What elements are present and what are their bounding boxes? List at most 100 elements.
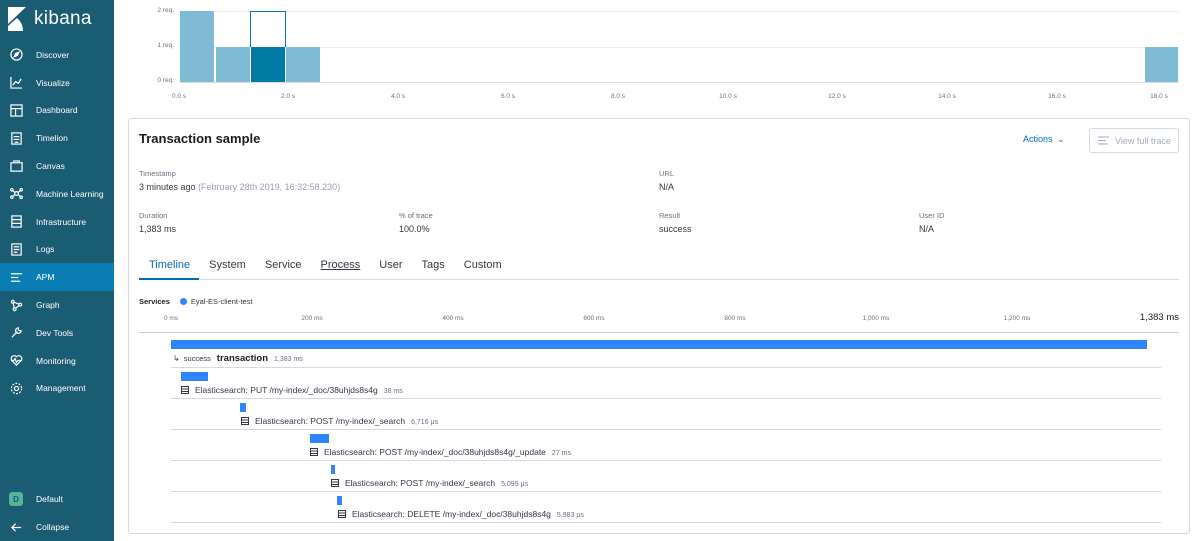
sidebar-item-label: Infrastructure bbox=[36, 216, 87, 227]
gridline bbox=[179, 11, 1179, 12]
span-row[interactable]: Elasticsearch: PUT /my-index/_doc/38uhjd… bbox=[171, 368, 1161, 399]
span-duration: 5,099 μs bbox=[501, 481, 529, 488]
histogram-bar[interactable] bbox=[286, 47, 320, 82]
span-label: Elasticsearch: POST /my-index/_search 6,… bbox=[241, 416, 438, 426]
span-row[interactable]: Elasticsearch: POST /my-index/_search 5,… bbox=[171, 461, 1161, 492]
timestamp-label: Timestamp bbox=[139, 169, 176, 178]
service-color-dot bbox=[179, 298, 187, 305]
gridline bbox=[179, 47, 1179, 48]
sidebar-item-timelion[interactable]: Timelion bbox=[0, 124, 114, 152]
main-content: 2 req. 1 req. 0 req. 0.0 s 2.0 s 4.0 s 6… bbox=[114, 0, 1200, 541]
kibana-logo[interactable]: kibana bbox=[6, 6, 92, 32]
list-icon bbox=[1098, 136, 1109, 145]
sidebar-item-infrastructure[interactable]: Infrastructure bbox=[0, 208, 114, 236]
sidebar-item-apm[interactable]: APM bbox=[0, 263, 114, 292]
span-name: Elasticsearch: DELETE /my-index/_doc/38u… bbox=[352, 509, 551, 519]
service-name[interactable]: Eyal-ES-client-test bbox=[191, 297, 253, 306]
x-tick-label: 14.0 s bbox=[938, 93, 956, 100]
span-duration: 6,716 μs bbox=[411, 419, 439, 426]
transaction-duration: 1,383 ms bbox=[274, 356, 303, 363]
histogram-bar[interactable] bbox=[180, 11, 214, 82]
space-avatar: D bbox=[9, 492, 23, 507]
sidebar-item-label: Dashboard bbox=[36, 105, 78, 116]
sidebar-item-canvas[interactable]: Canvas bbox=[0, 152, 114, 180]
transaction-name: transaction bbox=[216, 353, 269, 364]
span-name: Elasticsearch: POST /my-index/_doc/38uhj… bbox=[324, 447, 546, 457]
url-label: URL bbox=[659, 169, 675, 178]
tab-user[interactable]: User bbox=[369, 253, 411, 280]
logo-text: kibana bbox=[34, 8, 92, 29]
tab-custom[interactable]: Custom bbox=[454, 253, 511, 280]
canvas-icon bbox=[9, 159, 23, 173]
span-name: Elasticsearch: POST /my-index/_search bbox=[345, 478, 496, 488]
url-value: N/A bbox=[659, 182, 675, 192]
sidebar-item-label: Machine Learning bbox=[36, 188, 104, 199]
user-id-value: N/A bbox=[919, 224, 935, 234]
x-tick-label: 10.0 s bbox=[719, 93, 737, 100]
sidebar-item-discover[interactable]: Discover bbox=[0, 41, 114, 69]
wrench-icon bbox=[9, 326, 23, 340]
sidebar-nav: Discover Visualize Dashboard Timelion Ca… bbox=[0, 41, 114, 402]
transaction-row[interactable]: ↳ success transaction 1,383 ms bbox=[171, 337, 1161, 368]
span-label: Elasticsearch: POST /my-index/_search 5,… bbox=[331, 478, 528, 488]
tab-service[interactable]: Service bbox=[255, 253, 311, 280]
span-row[interactable]: Elasticsearch: POST /my-index/_search 6,… bbox=[171, 399, 1161, 430]
histogram-bar-selected[interactable] bbox=[251, 47, 285, 82]
sidebar-item-management[interactable]: Management bbox=[0, 375, 114, 403]
span-bar bbox=[310, 434, 329, 443]
space-label: Default bbox=[36, 494, 63, 505]
tab-system[interactable]: System bbox=[199, 253, 255, 280]
duration-value: 1,383 ms bbox=[139, 224, 177, 234]
span-bar bbox=[240, 403, 246, 412]
tab-tags[interactable]: Tags bbox=[412, 253, 454, 280]
x-tick-label: 2.0 s bbox=[280, 93, 296, 100]
sidebar-item-dashboard[interactable]: Dashboard bbox=[0, 97, 114, 125]
sidebar-item-label: Management bbox=[36, 383, 86, 394]
timelion-icon bbox=[9, 131, 23, 145]
histogram-bar[interactable] bbox=[216, 47, 250, 82]
sidebar-bottom: D Default Collapse bbox=[0, 485, 114, 541]
transaction-distribution-chart: 2 req. 1 req. 0 req. 0.0 s 2.0 s 4.0 s 6… bbox=[114, 0, 1200, 112]
tab-timeline[interactable]: Timeline bbox=[139, 253, 200, 280]
sidebar-item-dev-tools[interactable]: Dev Tools bbox=[0, 319, 114, 347]
y-tick-label: 1 req. bbox=[157, 42, 174, 49]
histogram-bar[interactable] bbox=[1145, 47, 1178, 82]
database-icon bbox=[338, 510, 346, 518]
transaction-sample-panel: Transaction sample Actions ⌄ View full t… bbox=[128, 118, 1190, 534]
x-tick-label: 18.0 s bbox=[1150, 93, 1168, 100]
x-tick-label: 6.0 s bbox=[500, 93, 516, 100]
sidebar: kibana Discover Visualize Dashboard Time… bbox=[0, 0, 114, 541]
user-id-label: User ID bbox=[919, 211, 945, 220]
histogram-bar-selected-outline[interactable] bbox=[250, 11, 286, 47]
sidebar-item-visualize[interactable]: Visualize bbox=[0, 69, 114, 97]
detail-tabs: Timeline System Service Process User Tag… bbox=[139, 253, 1179, 280]
chart-icon bbox=[9, 76, 23, 90]
database-icon bbox=[331, 479, 339, 487]
sidebar-item-graph[interactable]: Graph bbox=[0, 291, 114, 319]
span-row[interactable]: Elasticsearch: POST /my-index/_doc/38uhj… bbox=[171, 430, 1161, 461]
sidebar-item-machine-learning[interactable]: Machine Learning bbox=[0, 180, 114, 208]
timeline-axis: 0 ms 200 ms 400 ms 600 ms 800 ms 1,000 m… bbox=[139, 309, 1179, 333]
panel-title: Transaction sample bbox=[139, 131, 261, 146]
dashboard-icon bbox=[9, 103, 23, 117]
space-selector[interactable]: D Default bbox=[0, 485, 114, 513]
span-row[interactable]: Elasticsearch: DELETE /my-index/_doc/38u… bbox=[171, 492, 1161, 523]
sidebar-item-label: Logs bbox=[36, 244, 55, 255]
actions-dropdown[interactable]: Actions ⌄ bbox=[1023, 134, 1064, 144]
kibana-logo-icon bbox=[6, 7, 26, 31]
timeline-tick: 600 ms bbox=[583, 315, 605, 322]
sidebar-item-monitoring[interactable]: Monitoring bbox=[0, 347, 114, 375]
x-tick-label: 16.0 s bbox=[1048, 93, 1066, 100]
sidebar-item-logs[interactable]: Logs bbox=[0, 236, 114, 264]
span-duration: 27 ms bbox=[551, 450, 571, 457]
timeline-tick: 400 ms bbox=[442, 315, 464, 322]
timestamp-value: 3 minutes ago (February 28th 2019, 16:32… bbox=[139, 182, 340, 192]
database-icon bbox=[310, 448, 318, 456]
view-full-trace-button[interactable]: View full trace bbox=[1089, 128, 1179, 153]
collapse-button[interactable]: Collapse bbox=[0, 513, 114, 541]
timeline-tick: 800 ms bbox=[724, 315, 746, 322]
tab-process[interactable]: Process bbox=[311, 253, 370, 280]
chevron-down-icon: ⌄ bbox=[1057, 134, 1065, 144]
timeline-tick: 1,200 ms bbox=[1003, 315, 1031, 322]
compass-icon bbox=[9, 48, 23, 62]
